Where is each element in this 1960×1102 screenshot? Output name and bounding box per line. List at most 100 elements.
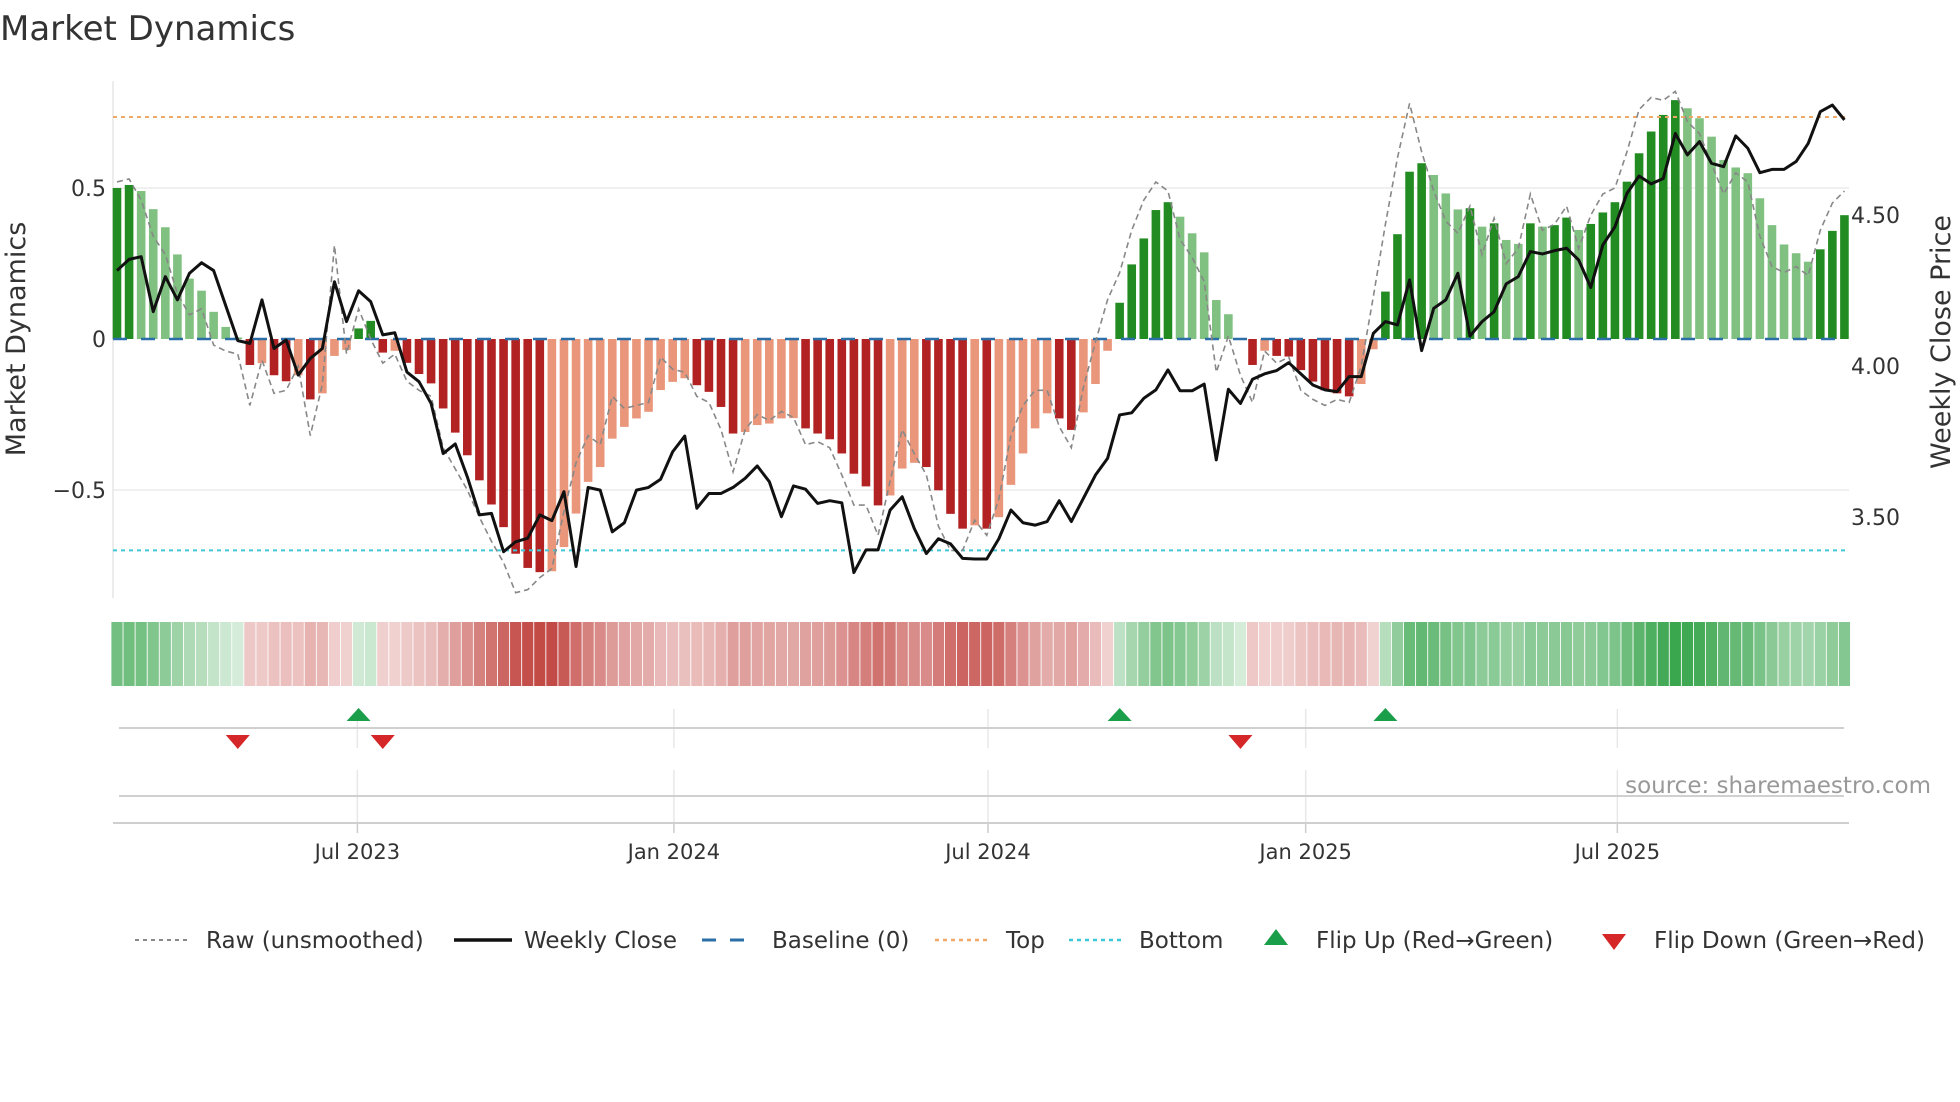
heat-cell: [1126, 622, 1138, 686]
heat-cell: [1826, 622, 1838, 686]
bar: [330, 339, 339, 356]
heat-cell: [618, 622, 630, 686]
bar: [934, 339, 943, 491]
heat-cell: [896, 622, 908, 686]
bar: [1550, 225, 1559, 339]
heat-cell: [1742, 622, 1754, 686]
heat-cell: [606, 622, 618, 686]
bar: [112, 188, 122, 339]
heat-cell: [1101, 622, 1114, 686]
heat-cell: [1246, 622, 1259, 686]
bar: [873, 339, 883, 506]
heat-cell: [1271, 622, 1283, 686]
heat-cell: [1621, 622, 1633, 686]
x-tick-label: Jul 2024: [943, 840, 1030, 864]
bar: [1828, 230, 1837, 339]
legend-label: Weekly Close: [524, 928, 677, 954]
bar: [1224, 314, 1233, 339]
heat-cell: [328, 622, 341, 686]
heat-cell: [135, 622, 147, 686]
bar: [1127, 264, 1137, 339]
heat-cell: [1585, 622, 1597, 686]
bar: [463, 339, 472, 456]
bar: [620, 339, 629, 427]
bar: [909, 339, 919, 463]
bar: [1695, 118, 1704, 339]
flip-down-marker: [370, 735, 395, 749]
bar: [1405, 171, 1414, 339]
y2-axis-label: Weekly Close Price: [1926, 215, 1957, 469]
heat-cell: [884, 622, 896, 686]
heat-cell: [437, 622, 449, 686]
x-tick-label: Jul 2025: [1573, 840, 1660, 864]
y2-tick-label: 3.50: [1851, 506, 1900, 531]
bar: [994, 339, 1004, 518]
bar: [1538, 226, 1547, 339]
heat-cell: [1609, 622, 1621, 686]
heat-cell: [679, 622, 691, 686]
heat-cell: [1452, 622, 1464, 686]
bar: [1151, 210, 1161, 339]
bar: [354, 328, 363, 339]
heat-cell: [292, 622, 304, 686]
heat-cell: [280, 622, 292, 686]
bar: [1767, 225, 1777, 339]
heat-cell: [220, 622, 232, 686]
bar: [897, 339, 907, 469]
heat-cell: [558, 622, 570, 686]
bar: [1308, 339, 1318, 382]
heat-cell: [860, 622, 872, 686]
bar: [487, 339, 496, 505]
bar: [837, 339, 847, 454]
legend: Raw (unsmoothed) Weekly Close Baseline (0)…: [135, 928, 1925, 954]
heat-cell: [1367, 622, 1379, 686]
bar: [668, 339, 677, 382]
heat-cell: [1645, 622, 1657, 686]
legend-label: Top: [1005, 928, 1045, 954]
heat-cell: [183, 622, 196, 686]
heat-cell: [232, 622, 244, 686]
heat-cell: [715, 622, 727, 686]
bar: [1562, 217, 1571, 339]
bar: [1163, 202, 1173, 339]
heat-cell: [195, 622, 208, 686]
heat-cell: [111, 622, 123, 686]
heat-cell: [1029, 622, 1041, 686]
heat-cell: [1089, 622, 1102, 686]
bar: [801, 339, 810, 429]
heat-cell: [377, 622, 389, 686]
heat-cell: [993, 622, 1005, 686]
bar: [1296, 339, 1306, 371]
bar: [885, 339, 895, 496]
heat-cell: [1186, 622, 1198, 686]
bar: [680, 339, 690, 379]
heat-cell: [1017, 622, 1029, 686]
heat-cell: [123, 622, 135, 686]
bar: [777, 339, 786, 419]
heat-cell: [1295, 622, 1307, 686]
heat-cell: [510, 622, 522, 686]
heat-cell: [1222, 622, 1234, 686]
bar: [1344, 339, 1354, 397]
bar: [849, 339, 859, 474]
heat-cell: [642, 622, 655, 686]
bar: [1091, 339, 1100, 384]
heat-cell: [1464, 622, 1476, 686]
heat-cell: [727, 622, 739, 686]
bar: [305, 339, 315, 400]
heat-cell: [691, 622, 703, 686]
bar: [148, 209, 158, 339]
heat-cell: [1524, 622, 1536, 686]
bar: [1006, 339, 1016, 485]
bar: [1513, 243, 1523, 339]
bar: [1030, 339, 1040, 429]
heat-cell: [1814, 622, 1826, 686]
heat-cell: [630, 622, 643, 686]
heat-cell: [365, 622, 377, 686]
bar: [825, 339, 835, 440]
bar: [499, 339, 508, 528]
heat-cell: [751, 622, 763, 686]
heat-cell: [425, 622, 437, 686]
bar: [414, 339, 424, 375]
heat-cell: [147, 622, 159, 686]
